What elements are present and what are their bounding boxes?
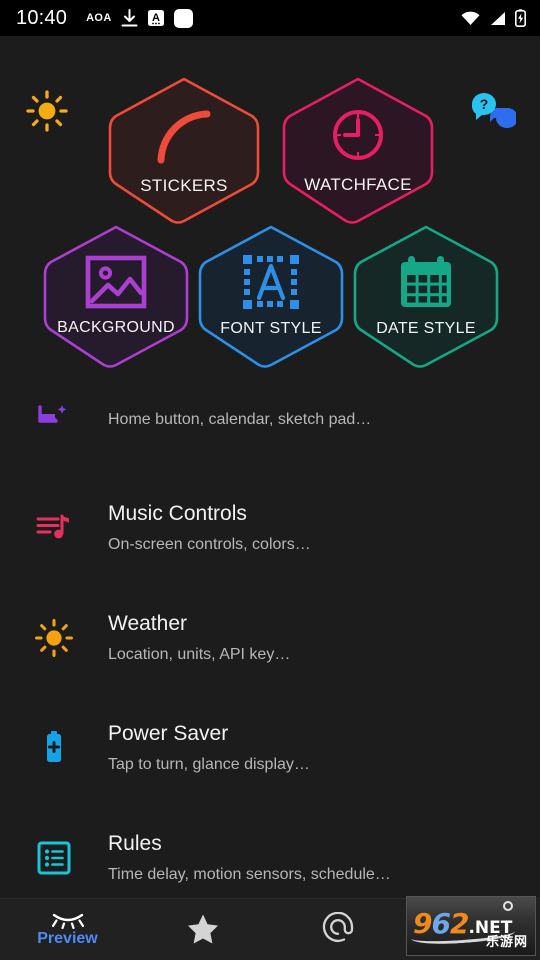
hex-tile-font-style[interactable]: FONT STYLE — [196, 224, 346, 368]
hex-tile-content: DATE STYLE — [376, 254, 476, 338]
hex-tile-content: BACKGROUND — [57, 255, 175, 337]
list-item-title: Power Saver — [108, 721, 229, 745]
hex-tile-label: STICKERS — [140, 176, 228, 195]
list-item[interactable]: Power Saver Tap to turn, glance display… — [0, 693, 540, 803]
clock-icon — [333, 110, 383, 160]
arc-curve-icon — [157, 110, 211, 164]
music-list-icon — [0, 512, 108, 544]
hex-tile-watchface[interactable]: WATCHFACE — [280, 76, 436, 224]
signal-icon — [489, 11, 506, 26]
sun-icon[interactable] — [26, 90, 68, 132]
watermark-dot-icon — [503, 901, 513, 911]
hex-tile-background[interactable]: BACKGROUND — [41, 224, 191, 368]
list-item-text: Power Saver Tap to turn, glance display… — [108, 719, 540, 778]
list-item-title: Weather — [108, 611, 187, 635]
list-item-title: Rules — [108, 831, 162, 855]
closed-eye-icon — [51, 913, 84, 929]
nav-item-at[interactable] — [270, 899, 405, 960]
star-icon — [187, 914, 218, 944]
list-item-title: Music Controls — [108, 501, 247, 525]
shortcut-icon — [0, 403, 108, 433]
rules-list-icon — [0, 841, 108, 875]
list-item-text: Rules Time delay, motion sensors, schedu… — [108, 829, 540, 888]
app-screen: 10:40 AOA A Home button, calendar, sketc… — [0, 0, 540, 960]
wifi-icon — [461, 11, 480, 26]
svg-text:A: A — [152, 12, 160, 24]
hex-tile-label: BACKGROUND — [57, 319, 175, 336]
hex-tile-date-style[interactable]: DATE STYLE — [351, 224, 501, 368]
hex-tile-content: WATCHFACE — [304, 105, 412, 195]
rounded-square-icon — [173, 8, 193, 28]
list-item-subtitle: Home button, calendar, sketch pad… — [108, 410, 372, 428]
hex-tile-stickers[interactable]: STICKERS — [106, 76, 262, 224]
nav-item-favorites[interactable] — [135, 899, 270, 960]
battery-charging-icon — [515, 9, 526, 27]
status-bar-left: 10:40 AOA A — [10, 7, 193, 30]
sun-icon — [0, 619, 108, 657]
nav-item-label: Preview — [37, 929, 98, 947]
list-item[interactable]: Weather Location, units, API key… — [0, 583, 540, 693]
status-clock: 10:40 — [16, 6, 68, 29]
hex-tile-content: STICKERS — [140, 104, 227, 196]
list-item-text: Music Controls On-screen controls, color… — [108, 499, 540, 558]
help-chat-icon[interactable]: ? — [470, 92, 518, 132]
list-item-subtitle: Tap to turn, glance display… — [108, 755, 310, 773]
calendar-icon — [401, 256, 451, 307]
hex-tile-label: DATE STYLE — [376, 320, 476, 337]
status-bar-right — [461, 9, 530, 27]
download-icon — [121, 8, 138, 28]
image-icon — [85, 255, 147, 309]
screenshot-icon: A — [147, 9, 165, 27]
at-icon — [322, 912, 353, 942]
hex-tile-label: WATCHFACE — [304, 175, 412, 194]
status-aoa-label: AOA — [86, 12, 112, 24]
hex-tile-label: FONT STYLE — [220, 320, 322, 337]
list-item-text: Weather Location, units, API key… — [108, 609, 540, 668]
watermark-cn-text: 乐游网 — [485, 935, 528, 950]
list-item-text: Home button, calendar, sketch pad… — [108, 404, 540, 433]
list-item-subtitle: Location, units, API key… — [108, 645, 291, 663]
watermark-logo: 962.NET 乐游网 — [406, 896, 536, 956]
nav-item-preview[interactable]: Preview — [0, 899, 135, 960]
status-bar: 10:40 AOA A — [0, 0, 540, 36]
hex-menu-overlay: ? STICKERS WATCHFACE BACKGROUND FONT STY… — [0, 36, 540, 388]
list-item[interactable]: Music Controls On-screen controls, color… — [0, 473, 540, 583]
battery-plus-icon — [0, 730, 108, 766]
font-select-icon — [242, 255, 299, 309]
list-item-subtitle: Time delay, motion sensors, schedule… — [108, 865, 391, 883]
svg-text:?: ? — [480, 96, 489, 112]
list-item-subtitle: On-screen controls, colors… — [108, 535, 311, 553]
hex-tile-content: FONT STYLE — [220, 254, 321, 338]
